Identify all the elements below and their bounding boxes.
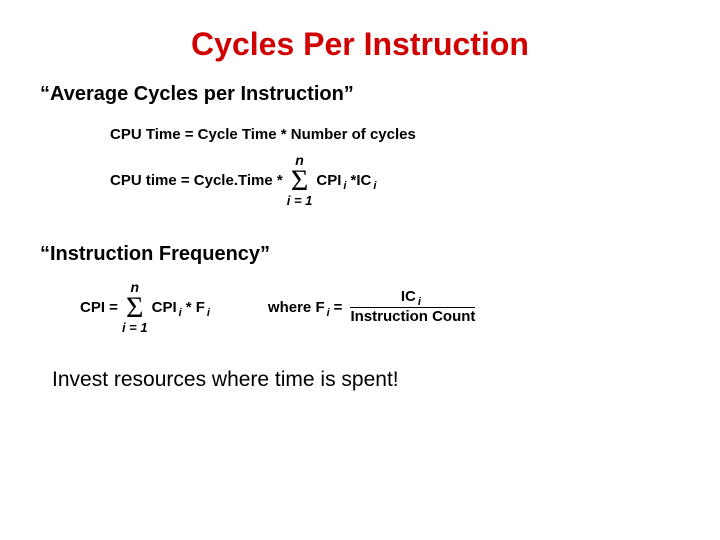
equation-cpi-sum: CPI = n Σ i = 1 CPI i * F i where F i = …	[80, 280, 720, 334]
where-clause: where F i = IC i Instruction Count	[268, 289, 476, 325]
eq2-sub-i2: i	[373, 180, 376, 192]
where-equals: =	[334, 299, 343, 316]
eq2-rhs-term: CPI i * IC i	[316, 172, 380, 189]
sigma-icon-2: Σ	[126, 294, 143, 321]
eq3-sub-i1: i	[179, 307, 182, 319]
eq2-cpi: CPI	[316, 172, 341, 189]
sigma-block-1: n Σ i = 1	[287, 153, 313, 207]
heading-instr-freq: “Instruction Frequency”	[40, 243, 720, 266]
heading-avg-cpi: “Average Cycles per Instruction”	[40, 83, 720, 106]
eq3-cpi: CPI	[152, 299, 177, 316]
sigma-block-2: n Σ i = 1	[122, 280, 148, 334]
eq2-lhs: CPU time = Cycle.Time *	[110, 172, 283, 189]
eq3-term: CPI i * F i	[152, 299, 214, 316]
sigma2-lower-i: i = 1	[122, 321, 148, 334]
where-sub-i: i	[327, 307, 330, 319]
frac-top-sub: i	[418, 296, 421, 308]
eq3-star-f: * F	[186, 299, 205, 316]
fraction-ic-over-count: IC i Instruction Count	[350, 289, 475, 325]
eq2-ic: IC	[356, 172, 371, 189]
frac-top-ic: IC	[401, 289, 416, 306]
sigma-icon: Σ	[291, 167, 308, 194]
eq3-lhs: CPI =	[80, 299, 118, 316]
eq2-sub-i1: i	[343, 180, 346, 192]
where-text: where F	[268, 299, 325, 316]
closing-statement: Invest resources where time is spent!	[52, 368, 720, 392]
equation-cpu-time-simple: CPU Time = Cycle Time * Number of cycles	[110, 126, 720, 143]
slide-title: Cycles Per Instruction	[0, 0, 720, 71]
eq3-sub-i2: i	[207, 307, 210, 319]
sigma-lower-i: i = 1	[287, 194, 313, 207]
frac-bot-text: Instruction Count	[350, 308, 475, 326]
equation-cpu-time-sum: CPU time = Cycle.Time * n Σ i = 1 CPI i …	[110, 153, 720, 207]
